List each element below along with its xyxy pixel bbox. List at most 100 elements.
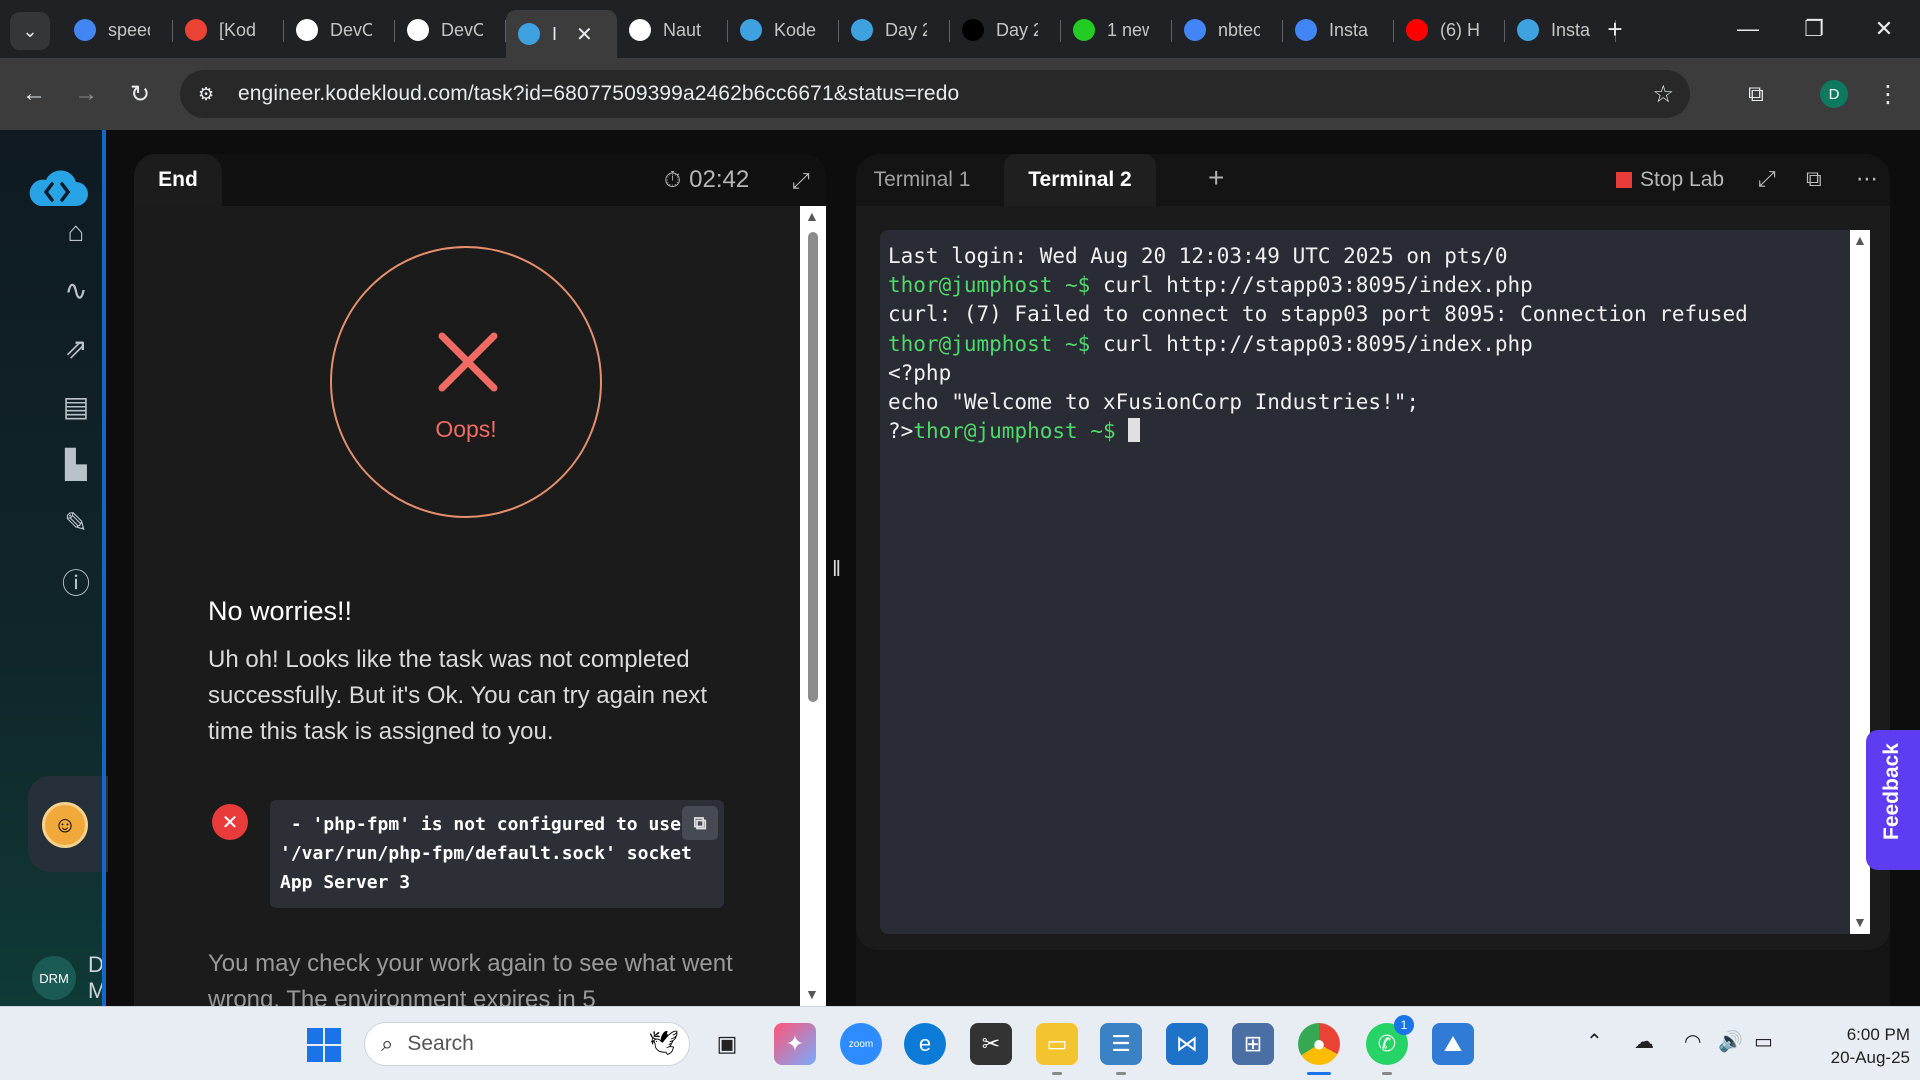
stop-lab-label: Stop Lab xyxy=(1640,168,1725,191)
task-timer: ⏱ 02:42 xyxy=(664,166,749,194)
roadmap-icon[interactable]: ∿ xyxy=(56,270,96,310)
wifi-icon[interactable]: ◠ xyxy=(1684,1029,1701,1054)
tab-terminal-1[interactable]: Terminal 1 xyxy=(856,154,988,206)
browser-tab[interactable]: Day 2 xyxy=(839,10,950,50)
chrome-icon[interactable]: ● xyxy=(1298,1023,1340,1075)
edge-icon[interactable]: e xyxy=(904,1023,946,1065)
browser-tab[interactable]: speed xyxy=(62,10,173,50)
home-icon[interactable]: ⌂ xyxy=(56,212,96,252)
battery-icon[interactable]: ▭ xyxy=(1754,1029,1773,1054)
scroll-thumb[interactable] xyxy=(808,232,818,702)
minimize-button[interactable]: — xyxy=(1720,6,1776,52)
info-icon[interactable]: ⓘ xyxy=(56,562,96,602)
expand-terminal-icon[interactable]: ⤢ xyxy=(1758,166,1776,192)
scroll-down-icon[interactable]: ▼ xyxy=(805,986,819,1002)
panel-resize-handle[interactable]: ‖ xyxy=(832,556,842,582)
back-button[interactable]: ← xyxy=(14,74,54,114)
stop-lab-button[interactable]: Stop Lab xyxy=(1616,168,1724,192)
volume-icon[interactable]: 🔊 xyxy=(1718,1029,1743,1054)
browser-tab[interactable]: nbtec xyxy=(1172,10,1283,50)
open-external-icon[interactable]: ⧉ xyxy=(1806,166,1822,192)
tab-terminal-2[interactable]: Terminal 2 xyxy=(1004,154,1156,206)
progress-icon[interactable]: ⇗ xyxy=(56,328,96,368)
scroll-up-icon[interactable]: ▲ xyxy=(805,208,819,224)
feedback-button[interactable]: Feedback xyxy=(1866,730,1920,870)
user-initials-badge[interactable]: DRM xyxy=(32,956,76,1000)
taskbar-search[interactable]: ⌕ Search 🕊 xyxy=(364,1022,690,1066)
site-info-icon[interactable]: ⚙ xyxy=(198,84,224,105)
snipping-tool-icon[interactable]: ✂ xyxy=(970,1023,1012,1065)
copilot-icon[interactable]: ✦ xyxy=(774,1023,816,1065)
network-app-icon[interactable]: ⊞ xyxy=(1232,1023,1274,1065)
terminal-screen[interactable]: Last login: Wed Aug 20 12:03:49 UTC 2025… xyxy=(880,230,1850,934)
system-clock[interactable]: 6:00 PM 20-Aug-25 xyxy=(1800,1023,1910,1069)
terminal-cursor xyxy=(1128,418,1141,443)
photos-icon[interactable]: ⛰ xyxy=(1432,1023,1474,1065)
browser-tab[interactable]: [Kod xyxy=(173,10,284,50)
onedrive-icon[interactable]: ☁ xyxy=(1634,1029,1654,1054)
timer-value: 02:42 xyxy=(689,166,750,193)
end-tab[interactable]: End xyxy=(134,154,222,206)
browser-tab[interactable]: I ✕ xyxy=(506,10,617,58)
copy-icon[interactable]: ⧉ xyxy=(682,806,718,840)
add-terminal-icon[interactable]: + xyxy=(1208,162,1224,194)
zoom-icon[interactable]: zoom xyxy=(840,1023,882,1065)
tasks-icon[interactable]: ✎ xyxy=(56,502,96,542)
terminal-line: ?>thor@jumphost ~$ xyxy=(888,417,1842,446)
task-view-icon[interactable]: ▣ xyxy=(706,1023,748,1065)
more-options-icon[interactable]: ⋯ xyxy=(1856,166,1878,192)
task-result-body: Oops! No worries!! Uh oh! Looks like the… xyxy=(134,206,800,1006)
browser-tab-label: DevO xyxy=(441,19,483,40)
terminal-command xyxy=(1116,419,1129,443)
windows-start-icon[interactable] xyxy=(306,1027,342,1063)
browser-tab-label: Day 2 xyxy=(885,19,927,40)
feedback-label: Feedback xyxy=(1880,743,1903,840)
clock-date: 20-Aug-25 xyxy=(1830,1048,1910,1067)
browser-tab[interactable]: Kode xyxy=(728,10,839,50)
left-sidebar: ⌂ ∿ ⇗ ▤ ▙ ✎ ⓘ ☺ DRM D M xyxy=(0,130,108,1006)
terminal-prompt: thor@jumphost ~$ xyxy=(888,331,1091,356)
close-tab-icon[interactable]: ✕ xyxy=(576,22,593,47)
browser-toolbar: ← → ↻ ⚙ engineer.kodekloud.com/task?id=6… xyxy=(0,58,1920,130)
result-message: Uh oh! Looks like the task was not compl… xyxy=(208,646,708,745)
kodekloud-logo-icon[interactable] xyxy=(26,170,88,210)
browser-tab-label: Day 2 xyxy=(996,19,1038,40)
forward-button[interactable]: → xyxy=(66,74,106,114)
browser-tab[interactable]: (6) H xyxy=(1394,10,1505,50)
chrome-menu-icon[interactable]: ⋮ xyxy=(1868,74,1908,114)
kodekloud-icon xyxy=(740,19,762,41)
scroll-up-icon[interactable]: ▲ xyxy=(1853,232,1867,248)
browser-tab[interactable]: Naut xyxy=(617,10,728,50)
profile-avatar[interactable]: D xyxy=(1820,80,1848,108)
labs-icon[interactable]: ▤ xyxy=(56,386,96,426)
extensions-icon[interactable]: ⧉ xyxy=(1736,74,1776,114)
browser-tab[interactable]: 1 new xyxy=(1061,10,1172,50)
whatsapp-icon[interactable]: ✆ 1 xyxy=(1366,1015,1414,1075)
user-card[interactable]: ☺ xyxy=(28,776,108,872)
tray-overflow-icon[interactable]: ⌃ xyxy=(1586,1029,1603,1054)
terminal-line: thor@jumphost ~$ curl http://stapp03:809… xyxy=(888,271,1842,300)
task-scrollbar[interactable]: ▲ ▼ xyxy=(800,206,826,1006)
restore-button[interactable]: ❐ xyxy=(1786,6,1842,52)
browser-tab[interactable]: DevO xyxy=(395,10,506,50)
scroll-down-icon[interactable]: ▼ xyxy=(1853,914,1867,930)
terminal-line: curl: (7) Failed to connect to stapp03 p… xyxy=(888,300,1842,329)
browser-tab[interactable]: Insta xyxy=(1283,10,1394,50)
windows-taskbar: ⌕ Search 🕊 ▣ ✦ zoom e ✂ ▭ ☰ ⋈ ⊞ ● ✆ 1 ⛰ ⌃… xyxy=(0,1006,1920,1080)
new-tab-button[interactable]: + xyxy=(1598,12,1632,46)
medium-icon xyxy=(962,19,984,41)
browser-tab[interactable]: Day 2 xyxy=(950,10,1061,50)
task-panel: End ⏱ 02:42 ⤢ Oops! No worries!! Uh oh! … xyxy=(134,154,826,1006)
bookmark-star-icon[interactable]: ☆ xyxy=(1652,80,1674,109)
file-explorer-icon[interactable]: ▭ xyxy=(1036,1023,1078,1075)
close-window-button[interactable]: ✕ xyxy=(1856,6,1912,52)
expand-task-icon[interactable]: ⤢ xyxy=(792,168,810,194)
vscode-icon[interactable]: ⋈ xyxy=(1166,1023,1208,1065)
browser-tab-label: [Kod xyxy=(219,19,257,40)
tab-search-button[interactable]: ⌄ xyxy=(10,12,50,50)
browser-tab[interactable]: DevO xyxy=(284,10,395,50)
reload-button[interactable]: ↻ xyxy=(120,74,160,114)
leaderboard-icon[interactable]: ▙ xyxy=(56,444,96,484)
notepad-icon[interactable]: ☰ xyxy=(1100,1023,1142,1075)
address-bar[interactable]: ⚙ engineer.kodekloud.com/task?id=6807750… xyxy=(180,70,1690,118)
